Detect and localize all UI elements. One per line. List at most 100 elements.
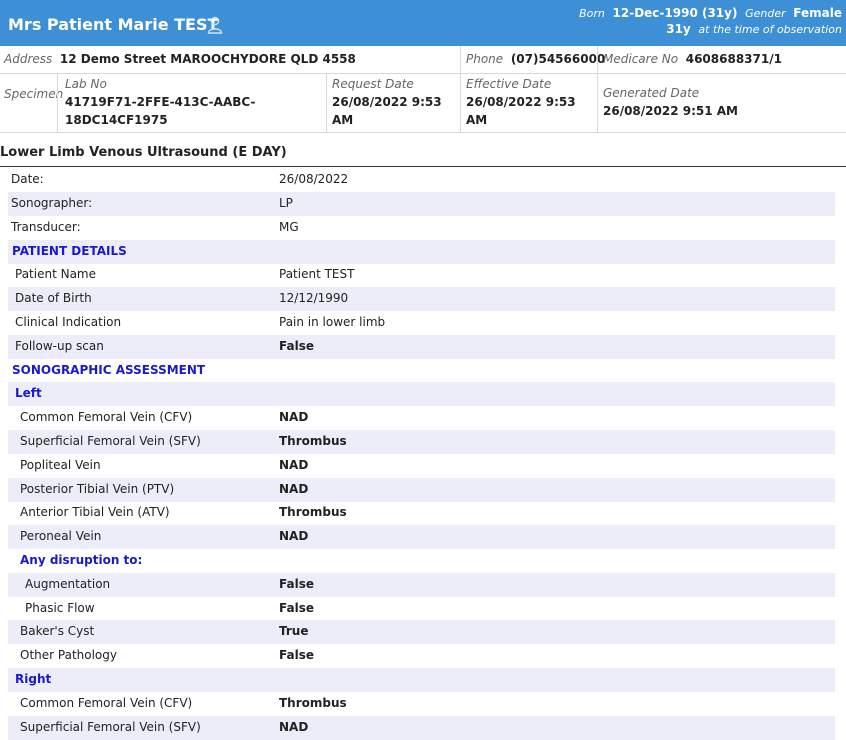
gender-label: Gender <box>745 7 786 20</box>
table-row: Other Pathology False <box>8 644 835 668</box>
row-label: Common Femoral Vein (CFV) <box>20 410 193 424</box>
row-value: Pain in lower limb <box>279 315 386 329</box>
address-label: Address <box>4 52 53 66</box>
row-value: True <box>279 624 309 638</box>
person-icon <box>207 16 223 34</box>
row-value: False <box>279 648 314 662</box>
row-label: Augmentation <box>25 577 111 591</box>
row-value: Thrombus <box>279 434 347 448</box>
table-row: Anterior Tibial Vein (ATV) Thrombus <box>8 501 835 525</box>
effective-date-label: Effective Date <box>466 77 552 91</box>
subsection-heading-label: Left <box>15 386 42 400</box>
row-label: Superficial Femoral Vein (SFV) <box>20 720 201 734</box>
labno-value-line2: 18DC14CF1975 <box>65 113 168 127</box>
table-row: Superficial Femoral Vein (SFV) Thrombus <box>8 430 835 454</box>
row-value: Patient TEST <box>279 267 355 281</box>
table-row: Clinical Indication Pain in lower limb <box>8 311 835 335</box>
row-label: Common Femoral Vein (CFV) <box>20 696 193 710</box>
phone-value: (07)54566000 <box>510 52 606 66</box>
row-label: Phasic Flow <box>25 601 95 615</box>
row-label: Patient Name <box>15 267 96 281</box>
subsection-heading: Right <box>8 668 835 692</box>
row-value: LP <box>279 196 293 210</box>
table-row: Common Femoral Vein (CFV) Thrombus <box>8 692 835 716</box>
subsection-heading-label: Any disruption to: <box>20 553 143 567</box>
row-value: NAD <box>279 720 309 734</box>
address-row: Address 12 Demo Street MAROOCHYDORE QLD … <box>0 46 846 74</box>
request-date-line2: AM <box>332 113 354 127</box>
table-row: Peroneal Vein NAD <box>8 525 835 549</box>
row-label: Sonographer: <box>11 196 93 210</box>
patient-name: Mrs Patient Marie TEST <box>8 15 219 34</box>
row-label: Superficial Femoral Vein (SFV) <box>20 434 201 448</box>
table-row: Superficial Femoral Vein (SFV) NAD <box>8 716 835 740</box>
generated-date-value: 26/08/2022 9:51 AM <box>603 104 738 118</box>
row-value: False <box>279 601 314 615</box>
labno-value-line1: 41719F71-2FFE-413C-AABC- <box>65 95 256 109</box>
effective-date-line2: AM <box>466 113 488 127</box>
row-label: Date of Birth <box>15 291 92 305</box>
row-value: NAD <box>279 529 309 543</box>
row-label: Posterior Tibial Vein (PTV) <box>20 482 175 496</box>
row-value: 12/12/1990 <box>279 291 349 305</box>
subsection-heading: Any disruption to: <box>8 549 835 573</box>
table-row: Patient Name Patient TEST <box>8 263 835 287</box>
phone-label: Phone <box>466 52 504 66</box>
table-row: Date: 26/08/2022 <box>8 168 835 192</box>
row-label: Transducer: <box>11 220 81 234</box>
table-row: Follow-up scan False <box>8 335 835 359</box>
report-title: Lower Limb Venous Ultrasound (E DAY) <box>0 145 287 160</box>
title-divider <box>0 166 846 167</box>
section-heading: SONOGRAPHIC ASSESSMENT <box>8 359 835 383</box>
specimen-row: Specimen Lab No 41719F71-2FFE-413C-AABC-… <box>0 73 846 133</box>
row-value: 26/08/2022 <box>279 172 349 186</box>
table-row: Common Femoral Vein (CFV) NAD <box>8 406 835 430</box>
row-label: Follow-up scan <box>15 339 104 353</box>
patient-banner: Mrs Patient Marie TEST Born 12-Dec-1990 … <box>0 0 846 46</box>
row-label: Anterior Tibial Vein (ATV) <box>20 505 170 519</box>
section-heading-label: SONOGRAPHIC ASSESSMENT <box>12 363 206 377</box>
row-value: MG <box>279 220 299 234</box>
table-row: Augmentation False <box>8 573 835 597</box>
table-row: Phasic Flow False <box>8 597 835 621</box>
specimen-label: Specimen <box>4 87 64 101</box>
gender-value: Female <box>793 6 842 20</box>
row-value: Thrombus <box>279 696 347 710</box>
address-value: 12 Demo Street MAROOCHYDORE QLD 4558 <box>59 52 356 66</box>
born-label: Born <box>579 7 605 20</box>
row-value: False <box>279 339 314 353</box>
row-label: Baker's Cyst <box>20 624 95 638</box>
table-row: Posterior Tibial Vein (PTV) NAD <box>8 478 835 502</box>
age-note: at the time of observation <box>698 23 842 36</box>
born-gender-line: Born 12-Dec-1990 (31y) Gender Female <box>579 6 842 20</box>
medicare-label: Medicare No <box>603 52 679 66</box>
subsection-heading: Left <box>8 382 835 406</box>
generated-date-label: Generated Date <box>603 86 700 100</box>
table-row: Date of Birth 12/12/1990 <box>8 287 835 311</box>
born-value: 12-Dec-1990 (31y) <box>612 6 738 20</box>
table-row: Popliteal Vein NAD <box>8 454 835 478</box>
age-line: 31y at the time of observation <box>666 22 842 36</box>
medicare-value: 4608688371/1 <box>685 52 782 66</box>
section-heading-label: PATIENT DETAILS <box>12 244 127 258</box>
table-row: Transducer: MG <box>8 216 835 240</box>
row-value: Thrombus <box>279 505 347 519</box>
effective-date-line1: 26/08/2022 9:53 <box>466 95 576 109</box>
table-row: Baker's Cyst True <box>8 620 835 644</box>
subsection-heading-label: Right <box>15 672 52 686</box>
row-value: NAD <box>279 410 309 424</box>
row-label: Other Pathology <box>20 648 117 662</box>
table-row: Sonographer: LP <box>8 192 835 216</box>
row-value: False <box>279 577 314 591</box>
age-value: 31y <box>666 22 691 36</box>
row-value: NAD <box>279 482 309 496</box>
row-label: Clinical Indication <box>15 315 122 329</box>
row-label: Date: <box>11 172 44 186</box>
row-label: Peroneal Vein <box>20 529 102 543</box>
row-value: NAD <box>279 458 309 472</box>
labno-label: Lab No <box>65 77 107 91</box>
request-date-label: Request Date <box>332 77 414 91</box>
request-date-line1: 26/08/2022 9:53 <box>332 95 442 109</box>
section-heading: PATIENT DETAILS <box>8 240 835 264</box>
row-label: Popliteal Vein <box>20 458 101 472</box>
